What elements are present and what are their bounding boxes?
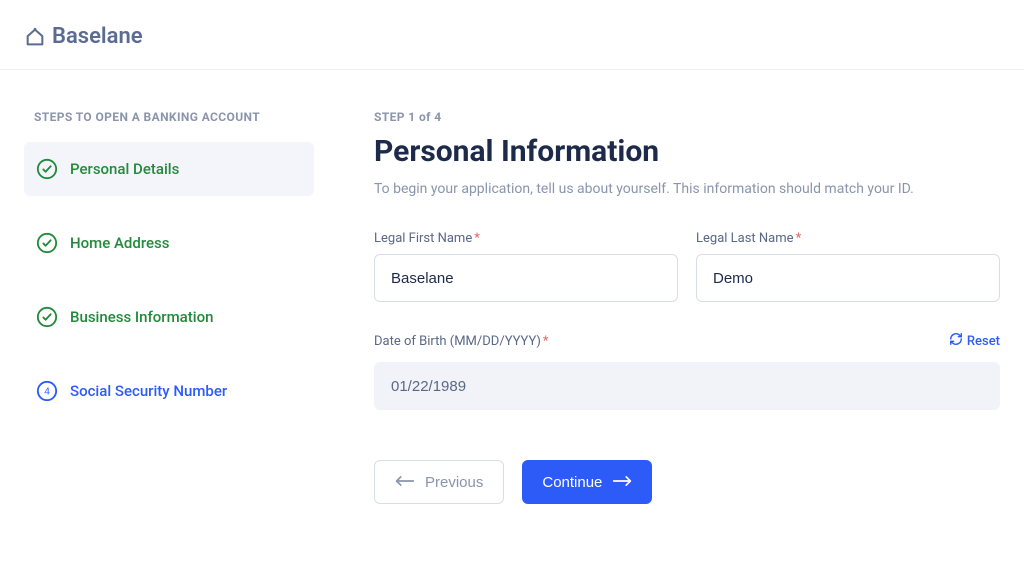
first-name-input[interactable] bbox=[374, 254, 678, 302]
continue-button[interactable]: Continue bbox=[522, 460, 652, 504]
check-circle-icon bbox=[36, 158, 58, 180]
last-name-input[interactable] bbox=[696, 254, 1000, 302]
reset-label: Reset bbox=[967, 334, 1000, 349]
check-circle-icon bbox=[36, 232, 58, 254]
dob-label: Date of Birth (MM/DD/YYYY)* bbox=[374, 334, 549, 349]
required-marker: * bbox=[796, 231, 802, 246]
brand-name: Baselane bbox=[52, 24, 143, 49]
name-row: Legal First Name* Legal Last Name* bbox=[374, 231, 1000, 302]
house-icon bbox=[24, 26, 46, 48]
step-business-information[interactable]: Business Information bbox=[24, 290, 314, 344]
sidebar-heading: STEPS TO OPEN A BANKING ACCOUNT bbox=[24, 110, 314, 124]
arrow-left-icon bbox=[395, 474, 415, 491]
previous-button[interactable]: Previous bbox=[374, 460, 504, 504]
step-personal-details[interactable]: Personal Details bbox=[24, 142, 314, 196]
first-name-field: Legal First Name* bbox=[374, 231, 678, 302]
step-label: Personal Details bbox=[70, 160, 179, 178]
required-marker: * bbox=[474, 231, 480, 246]
step-label: Social Security Number bbox=[70, 382, 227, 400]
arrow-right-icon bbox=[612, 474, 632, 491]
required-marker: * bbox=[543, 334, 549, 349]
previous-label: Previous bbox=[425, 474, 483, 491]
last-name-field: Legal Last Name* bbox=[696, 231, 1000, 302]
step-label: Home Address bbox=[70, 234, 169, 252]
step-number-icon: 4 bbox=[36, 380, 58, 402]
dob-block: Date of Birth (MM/DD/YYYY)* Reset bbox=[374, 332, 1000, 410]
last-name-label: Legal Last Name* bbox=[696, 231, 1000, 246]
svg-text:4: 4 bbox=[44, 387, 50, 398]
step-home-address[interactable]: Home Address bbox=[24, 216, 314, 270]
reset-button[interactable]: Reset bbox=[949, 332, 1000, 350]
page-subtitle: To begin your application, tell us about… bbox=[374, 181, 1000, 197]
dob-input[interactable] bbox=[374, 362, 1000, 410]
main-layout: STEPS TO OPEN A BANKING ACCOUNT Personal… bbox=[0, 70, 1024, 504]
app-header: Baselane bbox=[0, 0, 1024, 70]
brand-logo[interactable]: Baselane bbox=[24, 24, 1000, 49]
page-title: Personal Information bbox=[374, 134, 1000, 169]
first-name-label: Legal First Name* bbox=[374, 231, 678, 246]
step-counter: STEP 1 of 4 bbox=[374, 110, 1000, 124]
refresh-icon bbox=[949, 332, 963, 350]
check-circle-icon bbox=[36, 306, 58, 328]
steps-sidebar: STEPS TO OPEN A BANKING ACCOUNT Personal… bbox=[24, 110, 314, 504]
step-list: Personal Details Home Address bbox=[24, 142, 314, 418]
continue-label: Continue bbox=[542, 474, 602, 491]
step-label: Business Information bbox=[70, 308, 213, 326]
step-social-security-number[interactable]: 4 Social Security Number bbox=[24, 364, 314, 418]
form-content: STEP 1 of 4 Personal Information To begi… bbox=[374, 110, 1000, 504]
nav-buttons: Previous Continue bbox=[374, 460, 1000, 504]
dob-header: Date of Birth (MM/DD/YYYY)* Reset bbox=[374, 332, 1000, 350]
